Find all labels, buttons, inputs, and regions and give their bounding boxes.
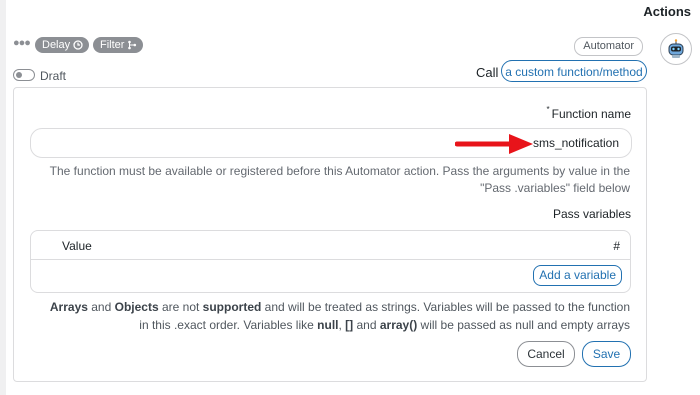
help-strong: Objects [114,300,159,314]
pass-variables-label: Pass variables [552,207,631,221]
draft-toggle[interactable] [13,69,35,81]
function-name-label: * Function name [546,105,631,121]
red-arrow-annotation [454,132,535,161]
call-label: Call [476,65,499,80]
variables-table-header: Value # [31,231,630,260]
hash-column-header: # [613,239,620,253]
filter-label: Filter [100,39,125,51]
custom-function-button[interactable]: a custom function/method [501,60,647,82]
save-button[interactable]: Save [582,341,631,367]
help-strong: Arrays [49,300,88,314]
filter-pill[interactable]: Filter [93,37,144,53]
toggle-knob [16,72,22,78]
function-help-text: The function must be available or regist… [49,164,630,195]
help-text: are not [158,300,203,314]
actions-heading: Actions [643,4,691,19]
help-strong: [] [345,318,354,332]
more-dots-icon[interactable]: ●●● [13,37,31,49]
draft-label: Draft [40,69,67,83]
required-marker: * [546,105,550,114]
help-text: and [353,318,380,332]
branch-icon [127,40,137,50]
function-name-text: Function name [551,107,631,121]
add-variable-button[interactable]: Add a variable [533,265,622,286]
help-text: and [87,300,115,314]
left-edge-strip [0,0,6,395]
delay-label: Delay [42,39,71,51]
cancel-button[interactable]: Cancel [517,341,575,367]
help-text: will be passed as null and empty arrays [417,318,630,332]
robot-icon [660,33,692,65]
delay-pill[interactable]: Delay [35,37,90,53]
automator-badge: Automator [574,37,643,56]
clock-icon [73,40,83,50]
function-name-input[interactable] [30,128,632,158]
help-strong: supported [202,300,262,314]
help-strong: array() [379,318,418,332]
help-strong: null [317,318,339,332]
variables-table: Value # Add a variable [30,230,631,293]
value-column-header: Value [62,239,92,253]
variables-help-text: Arrays and Objects are not supported and… [40,298,630,334]
